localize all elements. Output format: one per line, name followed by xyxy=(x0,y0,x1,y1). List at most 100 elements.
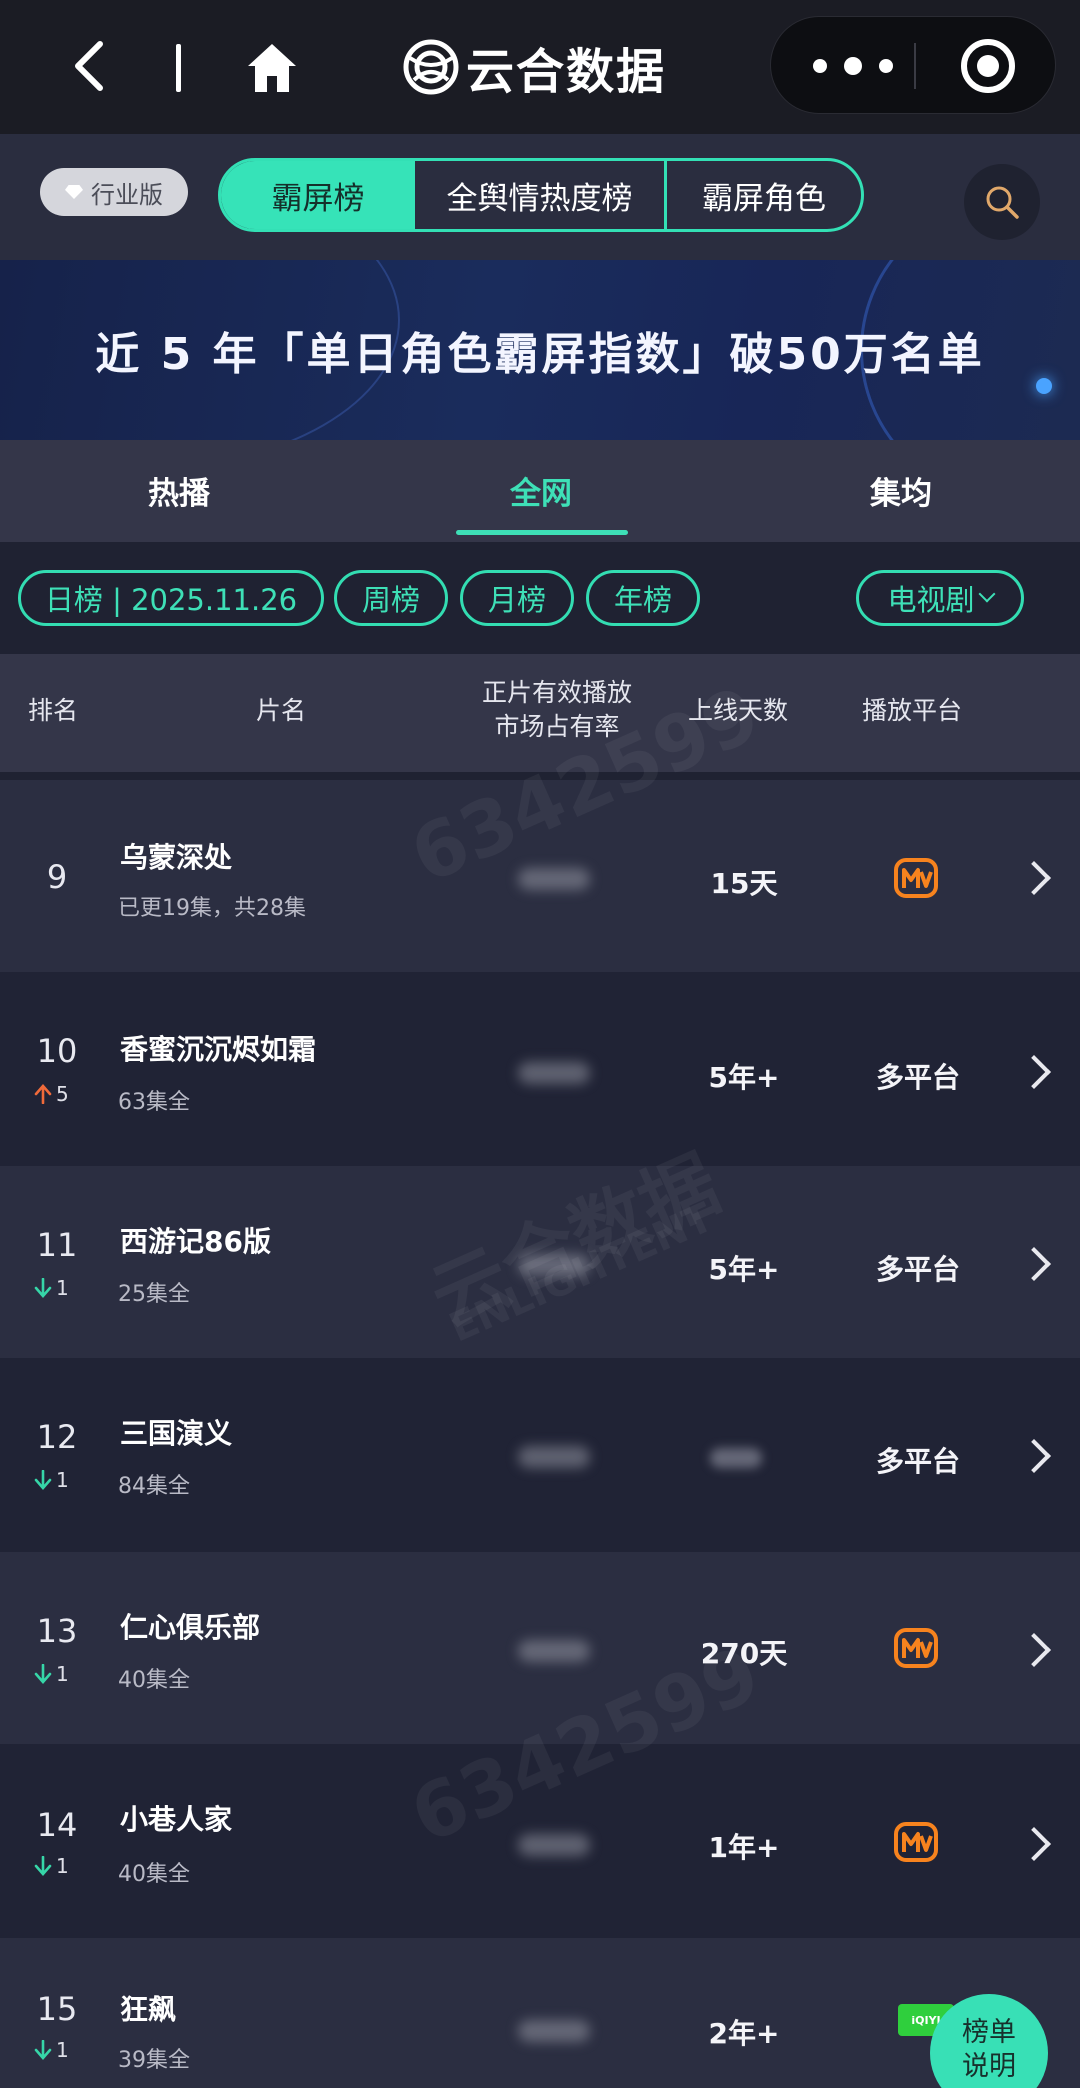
table-row[interactable]: 11 1 西游记86版 25集全 5年+ 多平台 xyxy=(0,1166,1080,1358)
rank-number: 14 xyxy=(36,1806,78,1844)
rank-number: 13 xyxy=(36,1612,78,1650)
arrow-down-icon xyxy=(34,1470,52,1490)
episode-status: 39集全 xyxy=(118,2048,190,2073)
daily-filter-chip[interactable]: 日榜 | 2025.11.26 xyxy=(18,570,324,626)
blurred-market-share xyxy=(518,868,590,890)
table-row[interactable]: 10 5 香蜜沉沉烬如霜 63集全 5年+ 多平台 xyxy=(0,972,1080,1166)
show-title: 狂飙 xyxy=(120,1993,177,2026)
blurred-market-share xyxy=(518,1640,590,1662)
mango-tv-icon xyxy=(894,1822,938,1862)
blurred-market-share xyxy=(518,2020,590,2042)
table-row[interactable]: 13 1 仁心俱乐部 40集全 270天 xyxy=(0,1552,1080,1744)
blurred-market-share xyxy=(518,1254,590,1276)
tab-hot[interactable]: 热播 xyxy=(148,468,210,513)
col-days-online: 上线天数 xyxy=(688,696,789,725)
category-label: 电视剧 xyxy=(887,583,975,617)
period-filters: 日榜 | 2025.11.26 周榜 月榜 年榜 电视剧 xyxy=(0,542,1080,654)
rank-change: 1 xyxy=(34,1276,69,1300)
banner-text: 近 5 年「单日角色霸屏指数」破50万名单 xyxy=(95,329,985,380)
platform-label: 多平台 xyxy=(875,1445,960,1478)
arrow-down-icon xyxy=(34,1664,52,1684)
blurred-market-share xyxy=(518,1446,590,1468)
table-row[interactable]: 14 1 小巷人家 40集全 1年+ xyxy=(0,1744,1080,1938)
more-icon[interactable] xyxy=(813,49,893,83)
tab-dominance[interactable]: 霸屏榜 xyxy=(221,161,415,229)
rank-number: 10 xyxy=(36,1032,78,1070)
rank-change-value: 1 xyxy=(56,2038,69,2062)
days-online: 15天 xyxy=(710,867,778,900)
tab-sentiment-heat[interactable]: 全舆情热度榜 xyxy=(415,161,667,229)
arrow-up-icon xyxy=(34,1084,52,1104)
blurred-market-share xyxy=(518,1834,590,1856)
rank-number: 9 xyxy=(46,858,68,896)
show-title: 三国演义 xyxy=(120,1417,233,1450)
search-icon xyxy=(986,186,1019,219)
rank-number: 15 xyxy=(36,1990,78,2028)
chevron-right-icon[interactable] xyxy=(1017,861,1051,895)
rank-change: 1 xyxy=(34,1662,69,1686)
episode-status: 已更19集，共28集 xyxy=(118,896,306,921)
yearly-filter-chip[interactable]: 年榜 xyxy=(586,570,700,626)
blurred-days-online xyxy=(710,1448,762,1468)
episode-status: 25集全 xyxy=(118,1282,190,1307)
rank-change: 1 xyxy=(34,1468,69,1492)
navbar: 云合数据 xyxy=(0,0,1080,134)
table-row[interactable]: 9 乌蒙深处 已更19集，共28集 15天 xyxy=(0,780,1080,972)
rank-number: 11 xyxy=(36,1226,78,1264)
rank-change-value: 5 xyxy=(56,1082,69,1106)
show-title: 香蜜沉沉烬如霜 xyxy=(120,1033,317,1066)
rank-change-value: 1 xyxy=(56,1468,69,1492)
arrow-down-icon xyxy=(34,2040,52,2060)
col-market-share: 正片有效播放 市场占有率 xyxy=(472,676,642,744)
target-icon[interactable] xyxy=(961,39,1015,93)
episode-status: 63集全 xyxy=(118,1090,190,1115)
episode-status: 40集全 xyxy=(118,1862,190,1887)
chevron-down-icon xyxy=(978,585,995,603)
diamond-icon xyxy=(65,185,83,199)
rank-change-value: 1 xyxy=(56,1662,69,1686)
rank-change: 5 xyxy=(34,1082,69,1106)
chevron-right-icon[interactable] xyxy=(1017,1055,1051,1089)
home-icon[interactable] xyxy=(244,40,300,96)
badge-label: 行业版 xyxy=(91,180,163,209)
brand-logo-icon xyxy=(403,39,459,95)
table-row[interactable]: 15 1 狂飙 39集全 2年+ iQIYI xyxy=(0,1938,1080,2088)
tab-episode-avg[interactable]: 集均 xyxy=(870,468,932,513)
back-icon[interactable] xyxy=(70,38,110,94)
col-market-share-line2: 市场占有率 xyxy=(494,712,620,741)
scope-tabs: 热播 全网 集均 xyxy=(0,440,1080,542)
days-online: 1年+ xyxy=(708,1831,780,1864)
table-header: 排名 片名 正片有效播放 市场占有率 上线天数 播放平台 xyxy=(0,654,1080,772)
table-row[interactable]: 12 1 三国演义 84集全 多平台 xyxy=(0,1358,1080,1552)
active-tab-indicator xyxy=(456,530,628,535)
arrow-down-icon xyxy=(34,1278,52,1298)
nav-divider xyxy=(176,44,181,92)
rank-change: 1 xyxy=(34,1854,69,1878)
arrow-down-icon xyxy=(34,1856,52,1876)
rank-number: 12 xyxy=(36,1418,78,1456)
episode-status: 40集全 xyxy=(118,1668,190,1693)
mango-tv-icon xyxy=(894,1628,938,1668)
float-label-line1: 榜单 xyxy=(962,2017,1016,2048)
tab-all-network[interactable]: 全网 xyxy=(510,468,572,513)
category-dropdown[interactable]: 电视剧 xyxy=(856,570,1024,626)
show-title: 仁心俱乐部 xyxy=(120,1611,261,1644)
rank-change-value: 1 xyxy=(56,1276,69,1300)
promo-banner[interactable]: 近 5 年「单日角色霸屏指数」破50万名单 xyxy=(0,260,1080,440)
col-platform: 播放平台 xyxy=(862,696,963,725)
chevron-right-icon[interactable] xyxy=(1017,1633,1051,1667)
mango-tv-icon xyxy=(894,858,938,898)
weekly-filter-chip[interactable]: 周榜 xyxy=(334,570,448,626)
title-text: 云合数据 xyxy=(466,44,667,100)
chevron-right-icon[interactable] xyxy=(1017,1827,1051,1861)
chevron-right-icon[interactable] xyxy=(1017,1439,1051,1473)
search-button[interactable] xyxy=(964,164,1040,240)
show-title: 西游记86版 xyxy=(120,1225,271,1258)
episode-status: 84集全 xyxy=(118,1474,190,1499)
tab-dominant-roles[interactable]: 霸屏角色 xyxy=(667,161,861,229)
rank-change-value: 1 xyxy=(56,1854,69,1878)
industry-edition-badge[interactable]: 行业版 xyxy=(40,168,188,216)
monthly-filter-chip[interactable]: 月榜 xyxy=(460,570,574,626)
mini-program-capsule xyxy=(770,16,1056,114)
chevron-right-icon[interactable] xyxy=(1017,1247,1051,1281)
